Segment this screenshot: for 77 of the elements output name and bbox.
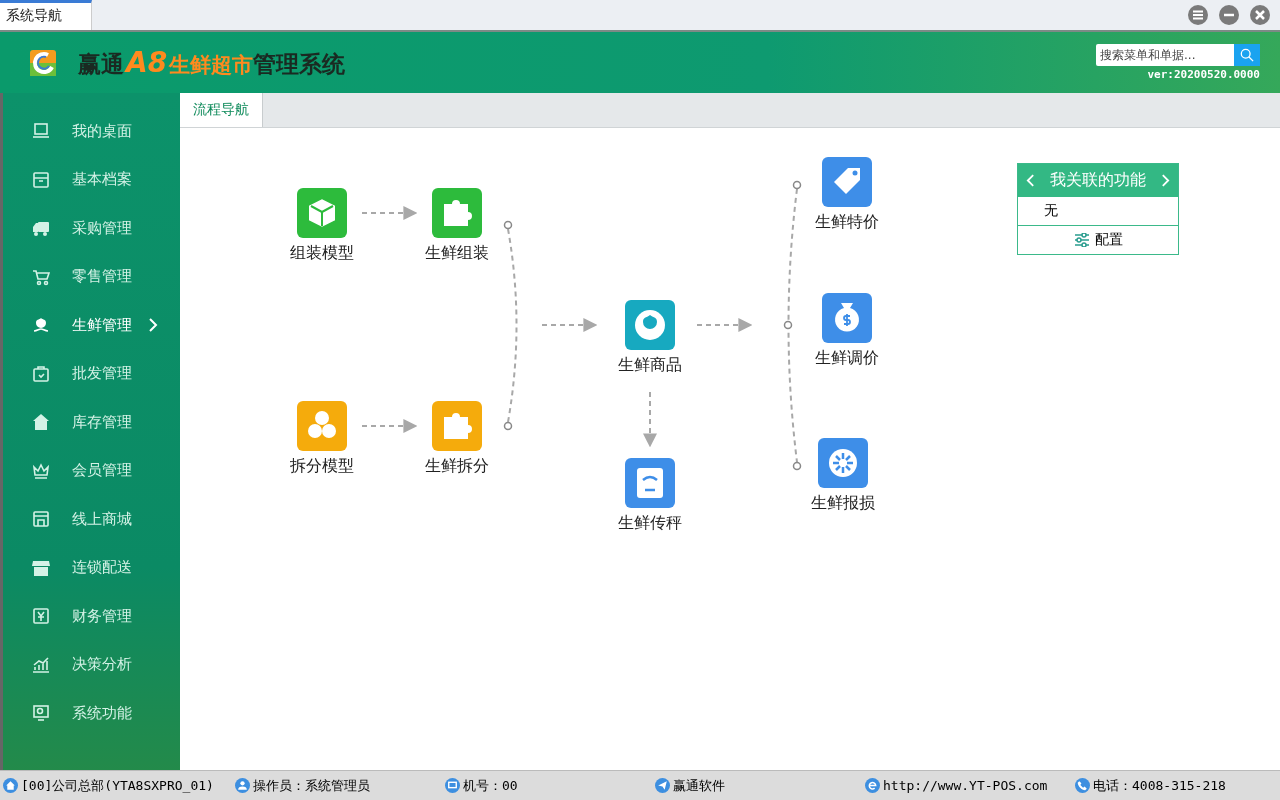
sidebar-item[interactable]: 线上商城 (3, 495, 180, 544)
menu-item-icon (32, 413, 50, 432)
status-icon (235, 778, 250, 793)
logo-icon (30, 49, 56, 76)
status-text: http://www.YT-POS.com (883, 778, 1048, 793)
flow-node-label[interactable]: 生鲜拆分 (425, 456, 489, 477)
menu-item-icon (32, 607, 50, 626)
menu-item-icon (32, 122, 50, 141)
status-text: 赢通软件 (673, 776, 725, 795)
flow-node-label[interactable]: 拆分模型 (290, 456, 354, 477)
menu-item-icon (32, 316, 50, 335)
flow-node-icon[interactable] (625, 458, 675, 508)
search-icon (1240, 48, 1254, 62)
sidebar-item[interactable]: 生鲜管理 (3, 301, 180, 350)
status-text: 电话：4008-315-218 (1093, 776, 1226, 795)
flow-node-label[interactable]: 生鲜商品 (618, 355, 682, 376)
flow-node-icon[interactable] (818, 438, 868, 488)
content-tab[interactable]: 流程导航 (180, 93, 263, 127)
menu-item-icon (32, 364, 50, 383)
status-text: 操作员：系统管理员 (253, 776, 370, 795)
sidebar-item[interactable]: 决策分析 (3, 640, 180, 689)
menu-item-icon (32, 510, 50, 529)
flow-node-label[interactable]: 组装模型 (290, 243, 354, 264)
flow-node-label[interactable]: 生鲜报损 (811, 493, 875, 514)
menu-item-icon (32, 461, 50, 480)
dashed-arrow (643, 391, 657, 448)
menu-item-icon (32, 170, 50, 189)
flow-node-label[interactable]: 生鲜传秤 (618, 513, 682, 534)
flow-node-label[interactable]: 生鲜组装 (425, 243, 489, 264)
sidebar-item[interactable]: 采购管理 (3, 204, 180, 253)
menu-item-icon (32, 655, 50, 674)
menu-item-icon (32, 558, 50, 577)
menu-icon[interactable] (1188, 5, 1208, 25)
dashed-arrow (361, 206, 418, 220)
status-icon (1075, 778, 1090, 793)
flow-node-label[interactable]: 生鲜特价 (815, 212, 879, 233)
chevron-left-icon[interactable] (1026, 174, 1035, 187)
chevron-right-icon[interactable] (1161, 174, 1170, 187)
status-icon (445, 778, 460, 793)
dashed-arrow (696, 318, 753, 332)
menu-item-icon (32, 267, 50, 286)
status-icon (655, 778, 670, 793)
status-text: 机号：00 (463, 776, 518, 795)
sliders-icon (1073, 233, 1090, 247)
app-title: 赢通A8生鲜超市管理系统 (78, 45, 346, 80)
sidebar-item[interactable]: 财务管理 (3, 592, 180, 641)
flow-node-icon[interactable] (822, 157, 872, 207)
sidebar-item[interactable]: 系统功能 (3, 689, 180, 738)
window-tab[interactable]: 系统导航 (0, 0, 92, 30)
menu-item-icon (32, 704, 50, 723)
flow-node-icon[interactable] (297, 188, 347, 238)
close-icon[interactable] (1250, 5, 1270, 25)
flow-node-label[interactable]: 生鲜调价 (815, 348, 879, 369)
flow-node-icon[interactable] (432, 401, 482, 451)
flow-node-icon[interactable] (297, 401, 347, 451)
status-icon (3, 778, 18, 793)
status-text: [00]公司总部(YTA8SXPRO_01) (21, 776, 214, 795)
dashed-arrow (361, 419, 418, 433)
status-icon (865, 778, 880, 793)
search-button[interactable] (1234, 44, 1260, 66)
sidebar-item[interactable]: 零售管理 (3, 252, 180, 301)
minimize-icon[interactable] (1219, 5, 1239, 25)
flow-node-icon[interactable] (432, 188, 482, 238)
sidebar-item[interactable]: 我的桌面 (3, 107, 180, 156)
version-label: ver:20200520.0000 (1147, 68, 1260, 81)
sidebar-item[interactable]: 基本档案 (3, 155, 180, 204)
sidebar-item[interactable]: 库存管理 (3, 398, 180, 447)
menu-item-icon (32, 219, 50, 238)
chevron-right-icon (148, 318, 158, 333)
search-field[interactable]: 搜索菜单和单据... (1096, 44, 1234, 66)
flow-node-icon[interactable] (822, 293, 872, 343)
sidebar-item[interactable]: 会员管理 (3, 446, 180, 495)
sidebar-item[interactable]: 连锁配送 (3, 543, 180, 592)
sidebar-item[interactable]: 批发管理 (3, 349, 180, 398)
dashed-arrow (541, 318, 598, 332)
panel-title: 我关联的功能 (1050, 170, 1146, 191)
flow-node-icon[interactable] (625, 300, 675, 350)
